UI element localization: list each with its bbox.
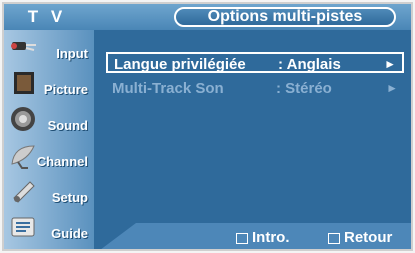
right-arrow-icon: ► xyxy=(384,57,396,71)
sidebar-item-input[interactable]: Input xyxy=(4,30,94,66)
option-value: : Anglais xyxy=(278,56,341,73)
sidebar-item-picture[interactable]: Picture xyxy=(4,66,94,102)
sidebar-item-label: Guide xyxy=(51,226,88,241)
sidebar-item-label: Input xyxy=(56,46,88,61)
sidebar-item-label: Channel xyxy=(36,154,88,169)
option-multi-track-sound[interactable]: Multi-Track Son : Stéréo ► xyxy=(106,78,404,99)
enter-hint: Intro. xyxy=(236,229,290,246)
options-panel: Langue privilégiée : Anglais ► Multi-Tra… xyxy=(96,30,411,223)
input-plug-icon xyxy=(11,42,36,51)
sidebar-item-label: Setup xyxy=(51,190,88,205)
guide-program-icon xyxy=(11,217,35,237)
menu-title: Options multi-pistes xyxy=(174,7,396,27)
tv-osd-menu: T V Options multi-pistes Input Picture S… xyxy=(2,2,413,251)
right-arrow-icon: ► xyxy=(386,81,398,95)
sidebar-item-guide[interactable]: Guide xyxy=(4,210,94,246)
footer-bar: Intro. Retour xyxy=(96,223,411,249)
setup-icon xyxy=(13,181,35,203)
sidebar-item-label: Picture xyxy=(43,82,88,97)
header-bar: T V Options multi-pistes xyxy=(4,4,411,30)
return-key-icon xyxy=(328,232,340,244)
enter-label: Intro. xyxy=(252,229,290,246)
speaker-icon xyxy=(11,107,35,131)
sidebar-item-sound[interactable]: Sound xyxy=(4,102,94,138)
satellite-dish-icon xyxy=(11,145,35,169)
sidebar: Input Picture Sound Channel Setup Guide xyxy=(4,30,94,249)
sidebar-item-label: Sound xyxy=(47,118,88,133)
sidebar-item-setup[interactable]: Setup xyxy=(4,174,94,210)
enter-key-icon xyxy=(236,232,248,244)
option-label: Langue privilégiée xyxy=(114,56,246,73)
return-label: Retour xyxy=(344,229,393,246)
return-hint: Retour xyxy=(328,229,392,246)
app-title: T V xyxy=(27,7,67,26)
option-label: Multi-Track Son xyxy=(112,80,224,97)
option-value: : Stéréo xyxy=(276,80,332,97)
sidebar-item-channel[interactable]: Channel xyxy=(4,138,94,174)
option-preferred-language[interactable]: Langue privilégiée : Anglais ► xyxy=(106,52,404,73)
picture-icon xyxy=(14,72,34,94)
